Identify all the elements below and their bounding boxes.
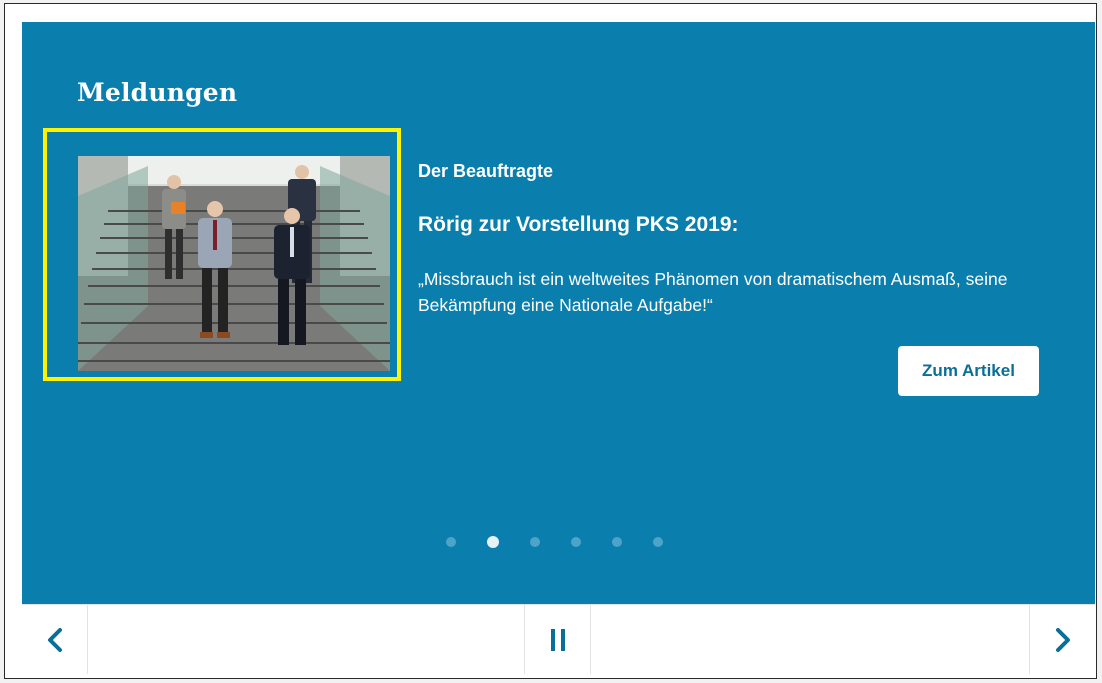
chevron-right-icon [1055, 627, 1070, 652]
news-teaser: „Missbrauch ist ein weltweites Phänomen … [418, 269, 1008, 315]
next-slide-button[interactable] [1029, 605, 1095, 674]
slide-dot-3[interactable] [530, 537, 540, 547]
news-category: Der Beauftragte [418, 161, 554, 181]
pause-slider-button[interactable] [524, 605, 591, 674]
slide-dot-1[interactable] [446, 537, 456, 547]
read-article-button[interactable]: Zum Artikel [898, 346, 1039, 396]
section-heading: Meldungen [77, 78, 238, 107]
slider-controls [22, 604, 1095, 674]
pause-icon [550, 628, 565, 651]
staircase-photo-illustration [78, 156, 390, 371]
news-photo[interactable] [78, 156, 390, 371]
previous-slide-button[interactable] [22, 605, 88, 674]
slide-pagination [446, 535, 694, 549]
slide-dot-5[interactable] [612, 537, 622, 547]
slide-dot-6[interactable] [653, 537, 663, 547]
slide-dot-2-active[interactable] [487, 536, 499, 548]
slide-dot-4[interactable] [571, 537, 581, 547]
news-title[interactable]: Rörig zur Vorstellung PKS 2019: [418, 213, 739, 237]
chevron-left-icon [47, 627, 62, 652]
